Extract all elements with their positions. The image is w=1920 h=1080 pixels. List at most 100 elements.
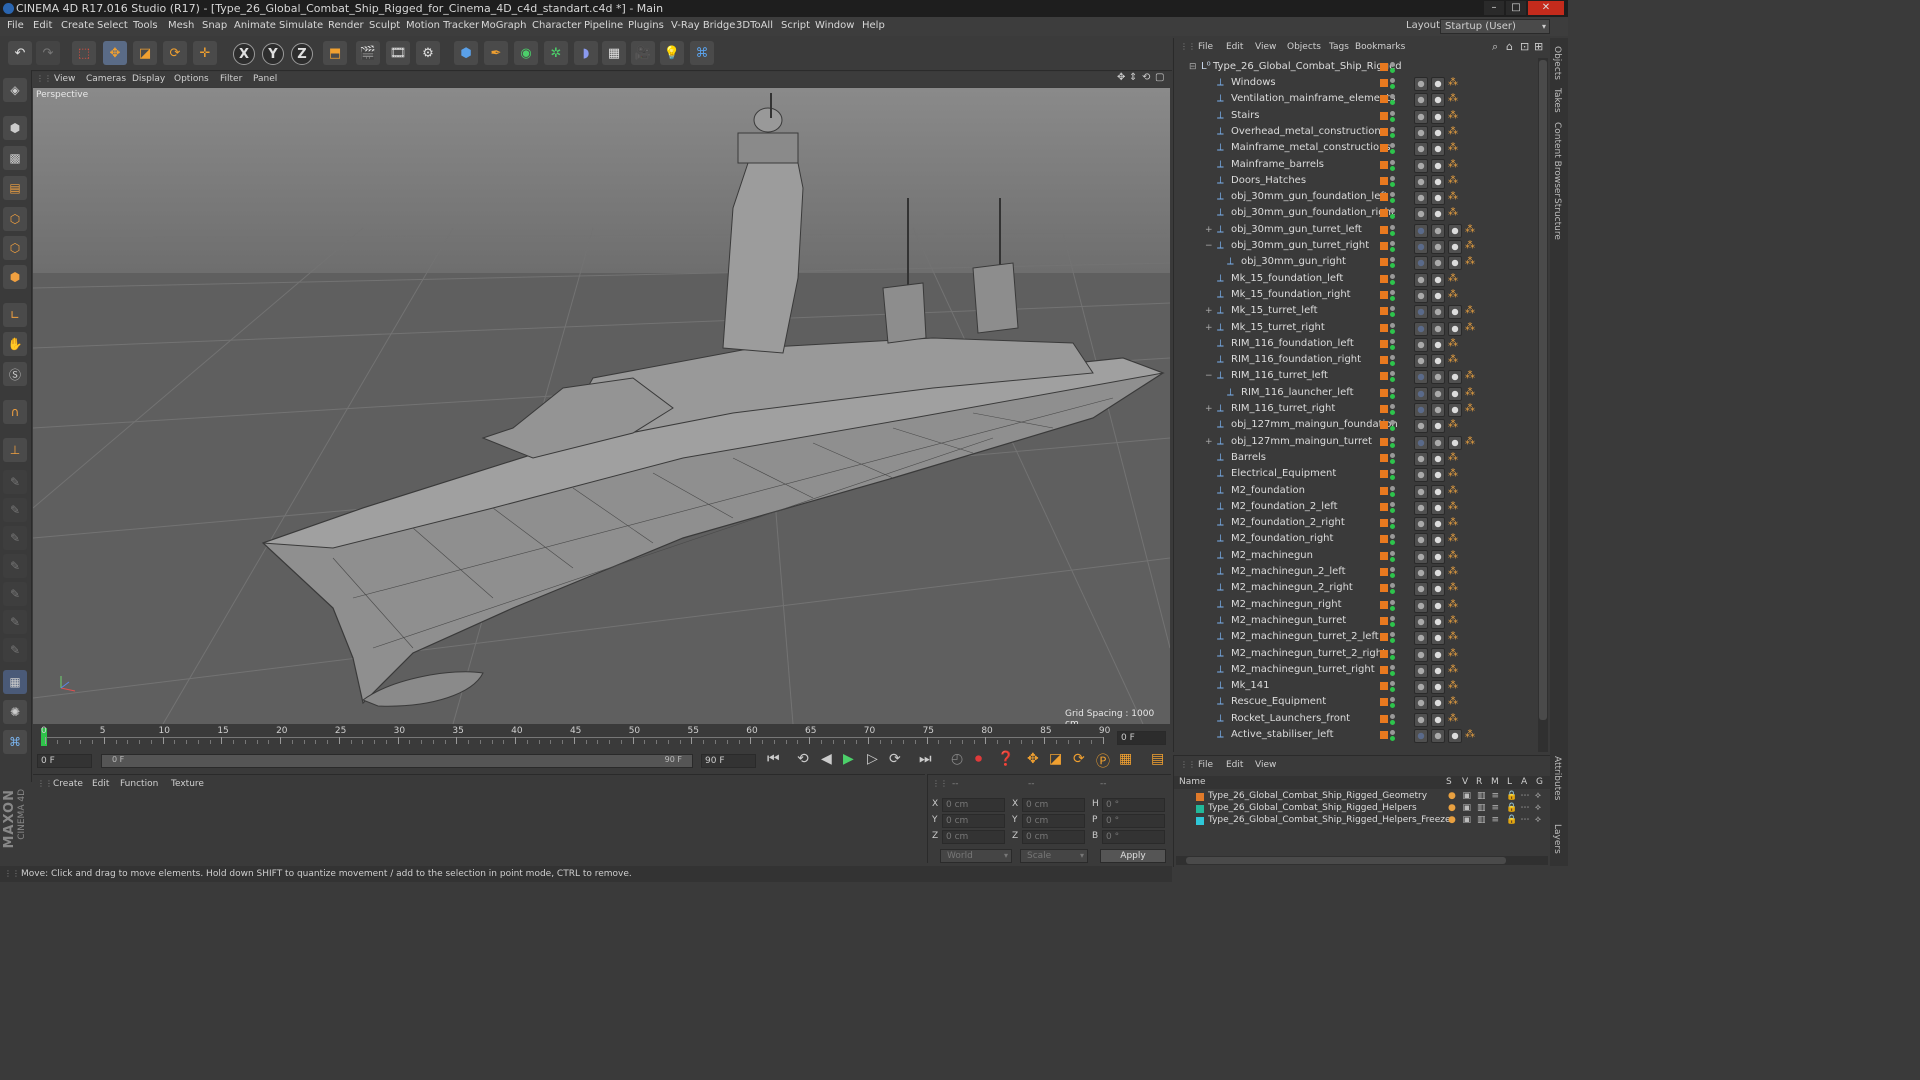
- start-frame-field[interactable]: 0 F: [37, 754, 92, 768]
- object-row[interactable]: ⟂ Ventilation_mainframe_elements ⁂: [1174, 91, 1538, 108]
- texture-tag-icon[interactable]: [1431, 680, 1445, 695]
- material-tag-icon[interactable]: [1414, 142, 1428, 157]
- menu-create[interactable]: Create: [61, 20, 94, 31]
- object-row[interactable]: ⟂ obj_30mm_gun_right ⁂: [1174, 254, 1538, 271]
- layer-column-r[interactable]: R: [1476, 777, 1482, 787]
- render-visibility-dot[interactable]: [1390, 573, 1395, 578]
- joint-tag-icon[interactable]: ⁂: [1448, 713, 1460, 725]
- object-row[interactable]: ⟂ RIM_116_foundation_right ⁂: [1174, 352, 1538, 369]
- layer-color-swatch[interactable]: [1380, 388, 1388, 397]
- coord-field-x[interactable]: 0 cm: [1022, 798, 1085, 812]
- layer-color-swatch[interactable]: [1380, 502, 1388, 511]
- texture-tag-icon[interactable]: [1431, 582, 1445, 597]
- render-visibility-dot[interactable]: [1390, 393, 1395, 399]
- constraint-tag-icon[interactable]: [1414, 435, 1428, 450]
- texture-mode-button[interactable]: ▩: [3, 146, 27, 170]
- transform-mode-dropdown[interactable]: Scale ▾: [1020, 849, 1088, 863]
- object-row[interactable]: ⟂ M2_foundation_2_left ⁂: [1174, 499, 1538, 515]
- solo-icon[interactable]: ●: [1448, 803, 1456, 813]
- layer-color-swatch[interactable]: [1380, 160, 1388, 169]
- layer-color-swatch[interactable]: [1380, 731, 1388, 739]
- brush-tool-1-button[interactable]: ✎: [3, 470, 27, 494]
- object-row[interactable]: ⟂ Stairs ⁂: [1174, 108, 1538, 124]
- editor-visibility-dot[interactable]: [1390, 550, 1395, 556]
- side-tab-objects[interactable]: Objects: [1552, 46, 1562, 80]
- layer-color-swatch[interactable]: [1196, 805, 1204, 813]
- layer-color-swatch[interactable]: [1380, 193, 1388, 202]
- menu-sculpt[interactable]: Sculpt: [369, 20, 400, 31]
- coordinate-system-button[interactable]: ⬒: [323, 41, 347, 65]
- editor-visibility-dot[interactable]: [1390, 371, 1395, 377]
- editor-visibility-dot[interactable]: [1390, 322, 1395, 328]
- minimize-button[interactable]: –: [1484, 1, 1504, 15]
- editor-visibility-dot[interactable]: [1390, 501, 1395, 507]
- constraint-tag-icon[interactable]: [1414, 386, 1428, 401]
- render-visibility-dot[interactable]: [1390, 589, 1395, 595]
- editor-visibility-dot[interactable]: [1390, 159, 1395, 165]
- material-tag-icon[interactable]: [1414, 484, 1428, 499]
- render-visibility-dot[interactable]: [1390, 361, 1395, 367]
- editor-visibility-dot[interactable]: [1390, 583, 1395, 589]
- menu-script[interactable]: Script: [781, 20, 810, 31]
- texture-tag-icon[interactable]: [1431, 500, 1445, 515]
- axis-mode-button[interactable]: ∟: [3, 303, 27, 327]
- material-tag-icon[interactable]: [1414, 468, 1428, 483]
- play-button[interactable]: ▶: [843, 751, 854, 767]
- object-row[interactable]: ⟂ Barrels ⁂: [1174, 450, 1538, 466]
- render-visibility-dot[interactable]: [1390, 312, 1395, 318]
- material-tag-icon[interactable]: [1414, 680, 1428, 695]
- menu-plugins[interactable]: Plugins: [628, 20, 664, 31]
- layer-column-a[interactable]: A: [1521, 777, 1527, 787]
- material-menu-create[interactable]: Create: [53, 779, 83, 789]
- texture-tag-icon[interactable]: [1431, 533, 1445, 548]
- joint-tag-icon[interactable]: ⁂: [1465, 256, 1477, 268]
- menu-pipeline[interactable]: Pipeline: [584, 20, 623, 31]
- material-tag-icon[interactable]: [1414, 174, 1428, 189]
- edges-mode-button[interactable]: ⬡: [3, 236, 27, 260]
- texture-tag-icon[interactable]: [1431, 451, 1445, 466]
- material-tag-icon[interactable]: [1431, 435, 1445, 450]
- points-mode-button[interactable]: ⬡: [3, 207, 27, 231]
- render-visibility-dot[interactable]: [1390, 556, 1395, 562]
- layer-column-v[interactable]: V: [1462, 777, 1468, 787]
- menu-select[interactable]: Select: [97, 20, 128, 31]
- object-row[interactable]: ⟂ Mainframe_metal_constructions ⁂: [1174, 140, 1538, 157]
- editor-visibility-dot[interactable]: [1390, 355, 1395, 361]
- viewport-menu-filter[interactable]: Filter: [220, 74, 242, 84]
- render-visibility-dot[interactable]: [1390, 84, 1395, 89]
- render-visibility-dot[interactable]: [1390, 442, 1395, 448]
- layer-color-swatch[interactable]: [1380, 290, 1388, 299]
- object-row-root[interactable]: ⊟ L⁰ Type_26_Global_Combat_Ship_Rigged: [1174, 59, 1538, 75]
- object-menu-tags[interactable]: Tags: [1329, 42, 1349, 52]
- collapse-minus-icon[interactable]: −: [1205, 238, 1213, 254]
- viewport-menu-view[interactable]: View: [54, 74, 75, 84]
- object-row[interactable]: ⟂ Mk_15_foundation_right ⁂: [1174, 287, 1538, 303]
- render-visibility-dot[interactable]: [1390, 524, 1395, 530]
- render-visibility-dot[interactable]: [1390, 458, 1395, 464]
- editor-visibility-dot[interactable]: [1390, 175, 1395, 181]
- editor-visibility-dot[interactable]: [1390, 436, 1395, 442]
- motion-record-button[interactable]: ◴: [951, 751, 963, 767]
- apply-button[interactable]: Apply: [1100, 849, 1166, 863]
- editor-visibility-dot[interactable]: [1390, 224, 1395, 230]
- menu-mograph[interactable]: MoGraph: [481, 20, 526, 31]
- layer-color-swatch[interactable]: [1380, 486, 1388, 495]
- object-row[interactable]: ⟂ Mk_15_foundation_left ⁂: [1174, 271, 1538, 287]
- key-position-button[interactable]: ✥: [1027, 751, 1039, 767]
- add-light-button[interactable]: 💡: [660, 41, 684, 65]
- autokey-button[interactable]: ❓: [997, 751, 1014, 767]
- texture-tag-icon[interactable]: [1448, 729, 1462, 743]
- menu-motion-tracker[interactable]: Motion Tracker: [406, 20, 479, 31]
- perspective-viewport[interactable]: Perspective Grid Spacing : 1000 cm: [33, 88, 1170, 724]
- layer-horizontal-scrollbar[interactable]: [1176, 856, 1548, 865]
- editor-visibility-dot[interactable]: [1390, 485, 1395, 491]
- layer-color-swatch[interactable]: [1380, 453, 1388, 462]
- layer-color-swatch[interactable]: [1380, 339, 1388, 348]
- joint-tag-icon[interactable]: ⁂: [1448, 191, 1460, 203]
- render-visibility-dot[interactable]: [1390, 68, 1395, 73]
- layer-color-swatch[interactable]: [1380, 698, 1388, 707]
- layer-column-name[interactable]: Name: [1179, 777, 1206, 787]
- render-visibility-dot[interactable]: [1390, 181, 1395, 187]
- layer-column-s[interactable]: S: [1446, 777, 1452, 787]
- editor-visibility-dot[interactable]: [1390, 387, 1395, 393]
